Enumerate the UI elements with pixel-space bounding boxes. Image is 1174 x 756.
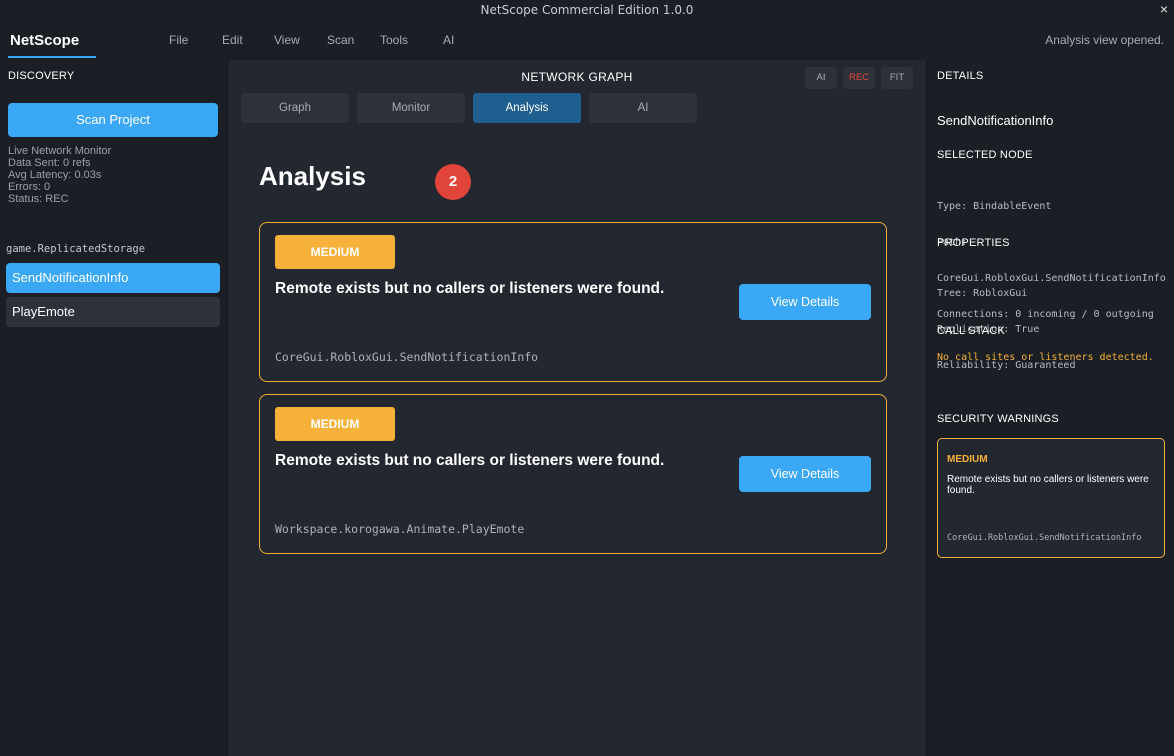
view-details-button[interactable]: View Details bbox=[739, 456, 871, 492]
finding-path: Workspace.korogawa.Animate.PlayEmote bbox=[275, 522, 525, 536]
menu-view[interactable]: View bbox=[274, 33, 300, 47]
discovery-sidebar: DISCOVERY Scan Project Live Network Moni… bbox=[0, 60, 228, 756]
menu-edit[interactable]: Edit bbox=[222, 33, 243, 47]
details-panel: DETAILS SendNotificationInfo SELECTED NO… bbox=[926, 60, 1174, 756]
issue-count-badge: 2 bbox=[435, 164, 471, 200]
rec-toolbar-button[interactable]: REC bbox=[843, 67, 875, 89]
status-message: Analysis view opened. bbox=[1045, 33, 1164, 47]
close-icon[interactable]: × bbox=[1160, 1, 1168, 17]
finding-message: Remote exists but no callers or listener… bbox=[275, 452, 665, 469]
call-stack-heading: CALL STACK bbox=[937, 325, 1006, 337]
title-bar: NetScope Commercial Edition 1.0.0 × bbox=[0, 0, 1174, 20]
tab-ai[interactable]: AI bbox=[589, 93, 697, 123]
finding-card: MEDIUM Remote exists but no callers or l… bbox=[259, 222, 887, 382]
finding-card: MEDIUM Remote exists but no callers or l… bbox=[259, 394, 887, 554]
menu-tools[interactable]: Tools bbox=[380, 33, 408, 47]
severity-badge: MEDIUM bbox=[275, 407, 395, 441]
tab-graph[interactable]: Graph bbox=[241, 93, 349, 123]
details-title: DETAILS bbox=[937, 70, 984, 82]
finding-message: Remote exists but no callers or listener… bbox=[275, 280, 665, 297]
property-tree: Tree: RobloxGui bbox=[937, 288, 1028, 299]
menu-scan[interactable]: Scan bbox=[327, 33, 354, 47]
monitor-data-sent: Data Sent: 0 refs bbox=[8, 157, 91, 169]
fit-toolbar-button[interactable]: FIT bbox=[881, 67, 913, 89]
monitor-title: Live Network Monitor bbox=[8, 145, 112, 157]
finding-path: CoreGui.RobloxGui.SendNotificationInfo bbox=[275, 350, 539, 364]
properties-heading: PROPERTIES bbox=[937, 237, 1010, 249]
ai-toolbar-button[interactable]: AI bbox=[805, 67, 837, 89]
discovery-title: DISCOVERY bbox=[8, 70, 75, 82]
selected-node-heading: SELECTED NODE bbox=[937, 149, 1033, 161]
brand-underline bbox=[8, 56, 96, 58]
call-stack-message: No call sites or listeners detected. bbox=[937, 352, 1154, 363]
menu-ai[interactable]: AI bbox=[443, 33, 454, 47]
network-monitor: Live Network Monitor Data Sent: 0 refs A… bbox=[8, 145, 111, 205]
severity-badge: MEDIUM bbox=[275, 235, 395, 269]
menu-file[interactable]: File bbox=[169, 33, 188, 47]
monitor-status: Status: REC bbox=[8, 193, 69, 205]
node-item-sendnotificationinfo[interactable]: SendNotificationInfo bbox=[6, 263, 220, 293]
view-details-button[interactable]: View Details bbox=[739, 284, 871, 320]
warning-path: CoreGui.RobloxGui.SendNotificationInfo bbox=[947, 533, 1142, 543]
security-warning-card[interactable]: MEDIUM Remote exists but no callers or l… bbox=[937, 438, 1165, 558]
network-graph-panel: NETWORK GRAPH AI REC FIT Graph Monitor A… bbox=[229, 60, 925, 756]
security-warnings-heading: SECURITY WARNINGS bbox=[937, 413, 1059, 425]
tab-monitor[interactable]: Monitor bbox=[357, 93, 465, 123]
node-type: Type: BindableEvent bbox=[937, 201, 1052, 212]
tab-analysis[interactable]: Analysis bbox=[473, 93, 581, 123]
page-title: Analysis bbox=[259, 161, 366, 191]
storage-label: game.ReplicatedStorage bbox=[6, 243, 146, 255]
monitor-errors: Errors: 0 bbox=[8, 181, 51, 193]
selected-node-name: SendNotificationInfo bbox=[937, 113, 1054, 128]
warning-message: Remote exists but no callers or listener… bbox=[947, 474, 1149, 496]
scan-project-button[interactable]: Scan Project bbox=[8, 103, 218, 137]
window-title: NetScope Commercial Edition 1.0.0 bbox=[480, 3, 694, 17]
warning-severity: MEDIUM bbox=[947, 454, 988, 465]
monitor-avg-latency: Avg Latency: 0.03s bbox=[8, 169, 102, 181]
menu-bar: NetScope File Edit View Scan Tools AI An… bbox=[0, 20, 1174, 60]
app-brand: NetScope bbox=[10, 32, 80, 49]
node-item-playemote[interactable]: PlayEmote bbox=[6, 297, 220, 327]
